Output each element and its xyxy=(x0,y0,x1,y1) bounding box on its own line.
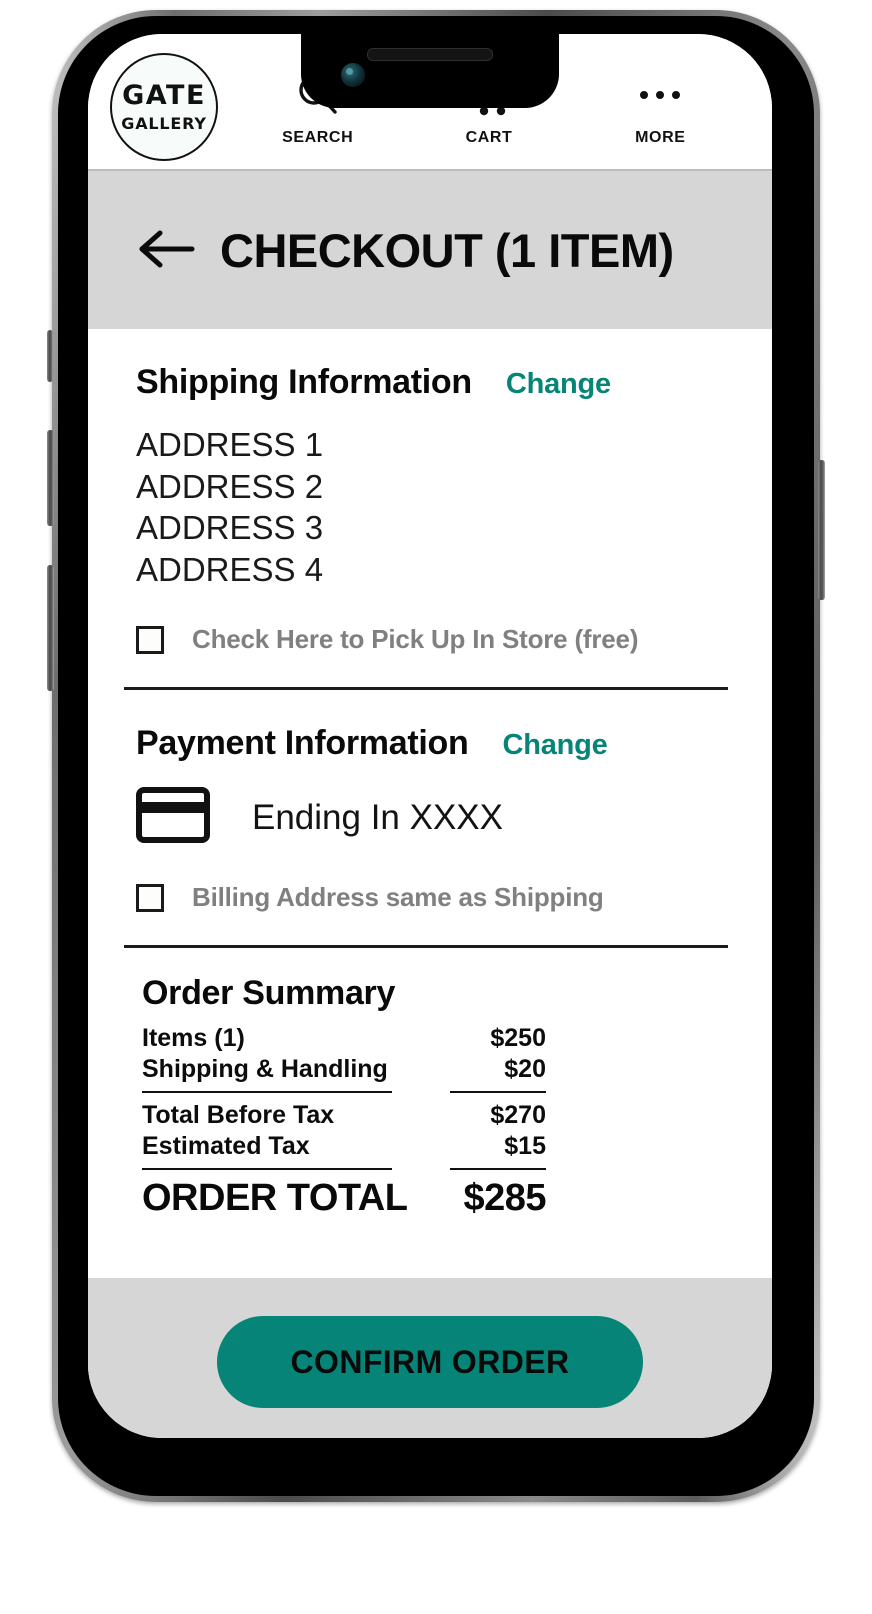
shipping-change-link[interactable]: Change xyxy=(506,368,611,401)
summary-row-value: $20 xyxy=(504,1054,546,1083)
page-title: CHECKOUT (1 ITEM) xyxy=(220,223,674,277)
billing-same-checkbox[interactable] xyxy=(136,883,164,912)
order-summary-heading: Order Summary xyxy=(142,974,396,1013)
power-button[interactable] xyxy=(818,460,825,600)
summary-row-label: Items (1) xyxy=(142,1024,245,1053)
summary-rule-right xyxy=(450,1168,546,1171)
credit-card-icon xyxy=(136,787,210,848)
summary-rule-right xyxy=(450,1091,546,1094)
order-summary-section: Order Summary Items (1) $250 Shipping & … xyxy=(88,974,772,1220)
nav-label-more: MORE xyxy=(635,128,686,146)
pickup-in-store-label: Check Here to Pick Up In Store (free) xyxy=(192,624,639,655)
shipping-header: Shipping Information Change xyxy=(136,363,728,402)
address-line: ADDRESS 4 xyxy=(136,550,324,588)
nav-item-more[interactable]: MORE xyxy=(595,69,725,147)
summary-rule xyxy=(142,1168,546,1171)
payment-section: Payment Information Change Ending In XXX… xyxy=(88,724,772,913)
more-dots-icon xyxy=(640,69,681,121)
payment-header: Payment Information Change xyxy=(136,724,728,763)
logo-secondary-text: GALLERY xyxy=(121,113,207,133)
order-total-label: ORDER TOTAL xyxy=(142,1177,408,1220)
volume-up-button[interactable] xyxy=(47,430,54,526)
summary-rule xyxy=(142,1091,546,1094)
phone-notch xyxy=(301,34,559,108)
billing-same-label: Billing Address same as Shipping xyxy=(192,882,604,913)
summary-row-value: $270 xyxy=(490,1101,546,1130)
order-total-row: ORDER TOTAL $285 xyxy=(142,1177,546,1220)
volume-down-button[interactable] xyxy=(47,565,54,691)
address-line: ADDRESS 3 xyxy=(136,509,324,547)
silent-switch-button[interactable] xyxy=(47,330,53,382)
address-line: ADDRESS 1 xyxy=(136,426,324,463)
card-ending-text: Ending In XXXX xyxy=(252,797,503,837)
summary-row: Total Before Tax $270 xyxy=(142,1100,546,1131)
nav-label-search: SEARCH xyxy=(282,128,354,146)
summary-rule-left xyxy=(142,1168,392,1171)
summary-row: Shipping & Handling $20 xyxy=(142,1054,546,1085)
checkout-title-bar: CHECKOUT (1 ITEM) xyxy=(88,169,772,329)
summary-row-label: Estimated Tax xyxy=(142,1131,310,1160)
confirm-order-button[interactable]: CONFIRM ORDER xyxy=(217,1316,643,1408)
nav-label-cart: CART xyxy=(465,128,513,146)
checkout-content: Shipping Information Change ADDRESS 1 AD… xyxy=(88,329,772,1438)
summary-row-value: $15 xyxy=(504,1131,546,1160)
earpiece-speaker-icon xyxy=(367,48,493,61)
summary-row: Estimated Tax $15 xyxy=(142,1131,546,1162)
section-divider xyxy=(124,687,728,691)
logo-primary-text: GATE xyxy=(122,79,206,111)
front-camera-icon xyxy=(341,63,365,87)
order-total-value: $285 xyxy=(463,1177,546,1220)
brand-logo[interactable]: GATE GALLERY xyxy=(110,52,218,161)
payment-heading: Payment Information xyxy=(136,724,469,763)
section-divider xyxy=(124,945,728,949)
pickup-in-store-row[interactable]: Check Here to Pick Up In Store (free) xyxy=(136,624,728,655)
order-summary-table: Items (1) $250 Shipping & Handling $20 T… xyxy=(142,1023,546,1220)
payment-change-link[interactable]: Change xyxy=(502,729,607,762)
billing-same-row[interactable]: Billing Address same as Shipping xyxy=(136,882,728,913)
pickup-in-store-checkbox[interactable] xyxy=(136,625,164,654)
saved-card-row: Ending In XXXX xyxy=(136,787,728,848)
shipping-address-block: ADDRESS 1 ADDRESS 2 ADDRESS 3 ADDRESS 4 xyxy=(136,424,728,590)
address-line: ADDRESS 2 xyxy=(136,467,324,505)
phone-frame: GATE GALLERY SEARCH CART MORE CHECKOUT (… xyxy=(47,10,825,1502)
back-arrow-icon[interactable] xyxy=(136,228,196,275)
shipping-section: Shipping Information Change ADDRESS 1 AD… xyxy=(88,363,772,655)
summary-row: Items (1) $250 xyxy=(142,1023,546,1054)
bottom-action-bar: CONFIRM ORDER xyxy=(88,1278,772,1438)
shipping-heading: Shipping Information xyxy=(136,363,472,401)
phone-screen: GATE GALLERY SEARCH CART MORE CHECKOUT (… xyxy=(88,34,772,1438)
summary-rule-left xyxy=(142,1091,392,1094)
summary-row-label: Shipping & Handling xyxy=(142,1054,388,1083)
summary-row-value: $250 xyxy=(490,1024,546,1053)
summary-row-label: Total Before Tax xyxy=(142,1101,335,1130)
